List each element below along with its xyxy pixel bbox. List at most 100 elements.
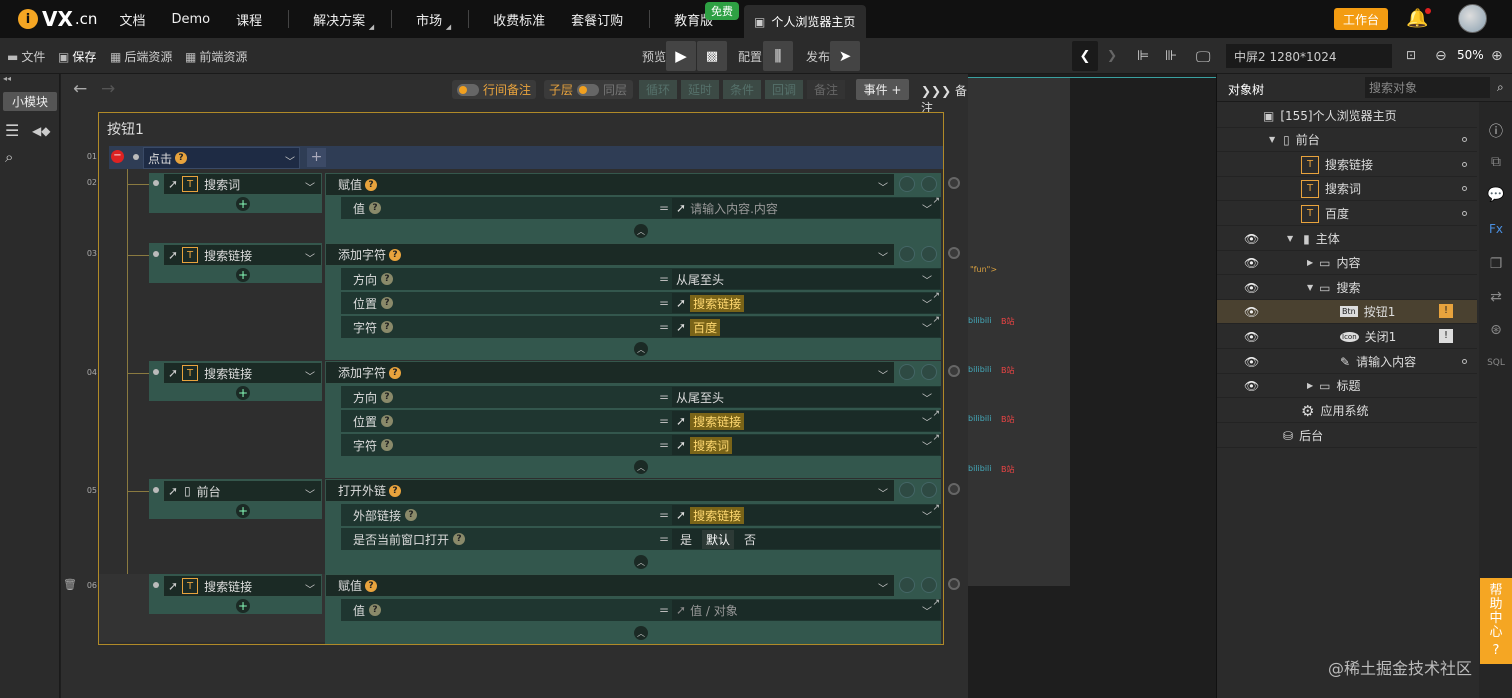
param-value[interactable]: ➚ 百度 ﹀ ↗ [672, 315, 940, 337]
block-handle-icon[interactable] [948, 578, 960, 590]
eye-icon[interactable]: 👁 [1244, 232, 1259, 246]
eye-icon[interactable]: 👁 [1244, 305, 1259, 319]
add-icon[interactable]: + [236, 599, 250, 613]
param-value[interactable]: ➚ 搜索链接 ﹀ ↗ [672, 291, 940, 313]
api-icon[interactable]: ⊛ [1479, 322, 1512, 338]
block-handle-icon[interactable] [948, 247, 960, 259]
trash-icon[interactable]: 🗑 [63, 578, 77, 591]
loop-button[interactable]: 循环 [639, 80, 677, 99]
layer-toggle[interactable]: 子层 同层 [544, 80, 633, 99]
target-select[interactable]: ➚ ▯ 前台 ﹀ [163, 480, 322, 502]
align-center-icon[interactable]: ⊪ [1165, 48, 1177, 64]
collapse-icon[interactable]: ︿ [634, 342, 648, 356]
info-icon[interactable]: ! [1439, 304, 1453, 318]
eye-icon[interactable]: 👁 [1244, 256, 1259, 270]
target-select[interactable]: ➚ T 搜索链接 ﹀ [163, 244, 322, 266]
object-tree-tab[interactable]: 对象树 [1228, 81, 1264, 98]
target-select[interactable]: ➚ T 搜索词 ﹀ [163, 173, 322, 195]
expand-icon[interactable]: ↗ [932, 291, 940, 301]
zoom-in-icon[interactable]: ⊕ [1491, 48, 1503, 64]
avatar[interactable] [1458, 4, 1487, 33]
monitor-icon[interactable]: 🖵 [1196, 48, 1210, 66]
nav-market[interactable]: 市场 ◢ [416, 10, 451, 31]
condition-button[interactable]: 条件 [723, 80, 761, 99]
clock-icon[interactable] [921, 577, 937, 593]
delay-button[interactable]: 延时 [681, 80, 719, 99]
refresh-icon[interactable] [899, 176, 915, 192]
function-icon[interactable]: Fx [1479, 222, 1512, 236]
refresh-icon[interactable] [899, 577, 915, 593]
eye-icon[interactable]: 👁 [1244, 330, 1259, 344]
transfer-icon[interactable]: ⇄ [1479, 289, 1512, 305]
workbench-button[interactable]: 工作台 [1334, 8, 1388, 30]
small-module-button[interactable]: 小模块 [3, 92, 57, 111]
expand-icon[interactable]: ↗ [932, 196, 940, 206]
add-icon[interactable]: + [236, 504, 250, 518]
nav-courses[interactable]: 课程 [236, 10, 262, 29]
qr-icon[interactable]: ▩ [697, 41, 727, 71]
radio-no[interactable]: 否 [744, 531, 756, 548]
add-icon[interactable]: + [236, 197, 250, 211]
diamond-nav-icon[interactable]: ◀◆ [32, 124, 50, 138]
tree-row-selected[interactable]: 👁 Btn 按钮1! [1217, 300, 1477, 324]
expand-icon[interactable]: ↗ [932, 433, 940, 443]
param-value[interactable]: 从尾至头 ﹀ [672, 387, 940, 407]
param-value[interactable]: ➚ 搜索链接 ﹀ ↗ [672, 409, 940, 431]
align-left-icon[interactable]: ⊫ [1137, 48, 1149, 64]
collapse-icon[interactable]: ︿ [634, 460, 648, 474]
file-menu[interactable]: ▬ 文件 [7, 48, 45, 65]
play-icon[interactable]: ▶ [666, 41, 696, 71]
expand-icon[interactable]: ↗ [932, 598, 940, 608]
param-value[interactable]: ➚ 搜索链接 ﹀ ↗ [672, 503, 940, 525]
callback-button[interactable]: 回调 [765, 80, 803, 99]
save-button[interactable]: ▣ 保存 [58, 48, 96, 65]
backend-resources-button[interactable]: ▦ 后端资源 [110, 48, 172, 65]
tree-row[interactable]: ⚙ 应用系统 [1217, 399, 1477, 423]
collapse-icon[interactable]: ︿ [634, 555, 648, 569]
nav-pricing[interactable]: 收费标准 [493, 10, 545, 29]
frontend-resources-button[interactable]: ▦ 前端资源 [185, 48, 247, 65]
component-icon[interactable]: ⧉ [1479, 154, 1512, 170]
send-icon[interactable]: ➤ [830, 41, 860, 71]
clock-icon[interactable] [921, 482, 937, 498]
tree-row[interactable]: T 搜索词 [1217, 177, 1477, 201]
tree-row[interactable]: 👁 ▼ ▭ 搜索 [1217, 276, 1477, 300]
action-select[interactable]: 赋值? ﹀ [325, 574, 895, 597]
trigger-select[interactable]: 点击? ﹀ [143, 147, 300, 169]
expand-icon[interactable]: ↗ [932, 315, 940, 325]
tree-row[interactable]: T 百度 [1217, 202, 1477, 226]
clock-icon[interactable] [921, 246, 937, 262]
comment-icon[interactable]: 💬 [1479, 187, 1512, 203]
nav-docs[interactable]: 文档 [119, 10, 145, 29]
screen-size-select[interactable]: 中屏2 1280*1024 [1226, 44, 1392, 68]
copy-icon[interactable]: ❐ [1479, 256, 1512, 272]
target-select[interactable]: ➚ T 搜索链接 ﹀ [163, 575, 322, 597]
note-dim-button[interactable]: 备注 [807, 80, 845, 99]
tree-row[interactable]: 👁 Icon 关闭1! [1217, 325, 1477, 349]
clock-icon[interactable] [921, 364, 937, 380]
radio-yes[interactable]: 是 [680, 531, 692, 548]
tree-row[interactable]: 👁 ▶ ▭ 标题 [1217, 374, 1477, 398]
nav-solutions[interactable]: 解决方案 ◢ [313, 10, 374, 31]
zoom-out-icon[interactable]: ⊖ [1435, 48, 1447, 64]
sql-icon[interactable]: SQL [1479, 358, 1512, 368]
tree-row[interactable]: ▣ [155]个人浏览器主页 [1217, 104, 1477, 128]
eye-icon[interactable]: 👁 [1244, 355, 1259, 369]
collapse-icon[interactable]: ︿ [634, 626, 648, 640]
info-icon[interactable]: ! [1439, 329, 1453, 343]
action-select[interactable]: 打开外链? ﹀ [325, 479, 895, 502]
tree-row[interactable]: 👁 ✎ 请输入内容 [1217, 350, 1477, 374]
search-icon[interactable]: ⌕ [1497, 80, 1504, 95]
action-select[interactable]: 添加字符? ﹀ [325, 361, 895, 384]
param-value[interactable]: ➚ 请输入内容.内容 ﹀ ↗ [672, 196, 940, 218]
forward-icon[interactable]: ❯ [1107, 48, 1117, 62]
action-select[interactable]: 添加字符? ﹀ [325, 243, 895, 266]
search-list-icon[interactable]: ⌕ [5, 148, 13, 166]
nav-demo[interactable]: Demo [171, 12, 210, 27]
sliders-icon[interactable]: ⫼ [763, 41, 793, 71]
eye-icon[interactable]: 👁 [1244, 379, 1259, 393]
search-object-input[interactable]: 搜索对象 [1365, 77, 1490, 98]
refresh-icon[interactable] [899, 364, 915, 380]
refresh-icon[interactable] [899, 482, 915, 498]
tree-row[interactable]: 👁 ▶ ▭ 内容 [1217, 251, 1477, 275]
